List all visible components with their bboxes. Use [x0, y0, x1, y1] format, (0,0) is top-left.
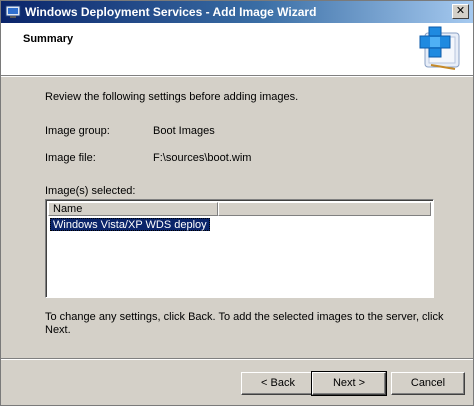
add-image-wizard-icon	[419, 26, 460, 70]
footer-instructions: To change any settings, click Back. To a…	[45, 311, 444, 336]
images-selected-label: Image(s) selected:	[45, 185, 136, 197]
title-bar[interactable]: Windows Deployment Services - Add Image …	[1, 1, 473, 23]
wizard-header: Summary	[1, 23, 473, 75]
window-title: Windows Deployment Services - Add Image …	[25, 5, 317, 19]
list-item[interactable]: Windows Vista/XP WDS deploy	[50, 218, 210, 231]
next-button[interactable]: Next >	[311, 371, 387, 396]
selected-images-list[interactable]: Name Windows Vista/XP WDS deploy	[45, 199, 434, 298]
column-header-name[interactable]: Name	[48, 202, 218, 216]
column-header-blank[interactable]	[218, 202, 431, 216]
image-file-value: F:\sources\boot.wim	[153, 152, 252, 164]
intro-text: Review the following settings before add…	[45, 91, 299, 103]
image-group-value: Boot Images	[153, 125, 215, 137]
close-button[interactable]: ✕	[452, 4, 469, 19]
image-file-label: Image file:	[45, 152, 96, 164]
page-heading: Summary	[23, 33, 74, 45]
wizard-window: Windows Deployment Services - Add Image …	[0, 0, 474, 406]
image-group-label: Image group:	[45, 125, 110, 137]
wds-app-icon	[5, 5, 21, 18]
footer-divider	[1, 358, 473, 360]
back-button[interactable]: < Back	[241, 372, 315, 395]
cancel-button[interactable]: Cancel	[391, 372, 465, 395]
close-icon: ✕	[455, 4, 466, 17]
header-divider	[1, 75, 473, 77]
